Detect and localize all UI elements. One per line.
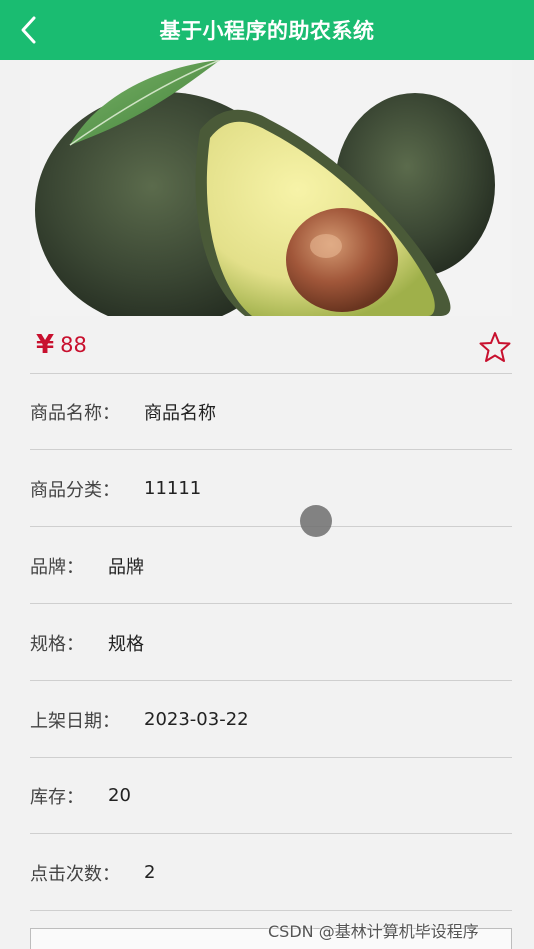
detail-row-clicks: 点击次数： 2 bbox=[30, 835, 512, 911]
detail-value: 11111 bbox=[144, 478, 202, 499]
detail-row-category: 商品分类： 11111 bbox=[30, 451, 512, 527]
detail-value: 规格 bbox=[108, 633, 144, 655]
back-button[interactable] bbox=[14, 12, 44, 48]
detail-row-stock: 库存： 20 bbox=[30, 758, 512, 834]
product-detail-page: 基于小程序的助农系统 ¥ 88 商品名称： 商品名称 商品分类： 11111 品… bbox=[0, 0, 534, 949]
detail-row-date: 上架日期： 2023-03-22 bbox=[30, 682, 512, 758]
favorite-button[interactable] bbox=[478, 330, 512, 364]
detail-label: 点击次数： bbox=[30, 863, 120, 885]
product-image bbox=[30, 60, 512, 316]
touch-indicator bbox=[300, 505, 332, 537]
detail-value: 商品名称 bbox=[144, 402, 216, 424]
detail-label: 规格： bbox=[30, 633, 84, 655]
detail-value: 2023-03-22 bbox=[144, 709, 249, 730]
page-title: 基于小程序的助农系统 bbox=[159, 19, 375, 43]
detail-value: 20 bbox=[108, 785, 131, 806]
chevron-left-icon bbox=[21, 16, 36, 44]
avocado-image bbox=[30, 60, 512, 316]
detail-value: 品牌 bbox=[108, 556, 144, 578]
price-row: ¥ 88 bbox=[30, 316, 512, 374]
detail-row-spec: 规格： 规格 bbox=[30, 605, 512, 681]
detail-label: 商品名称： bbox=[30, 402, 120, 424]
star-outline-icon bbox=[479, 332, 511, 362]
detail-label: 上架日期： bbox=[30, 710, 120, 732]
detail-label: 商品分类： bbox=[30, 479, 120, 501]
price-amount: 88 bbox=[60, 332, 87, 357]
watermark: CSDN @基林计算机毕设程序 bbox=[268, 922, 479, 941]
currency-symbol: ¥ bbox=[36, 329, 55, 360]
navigation-bar: 基于小程序的助农系统 bbox=[0, 0, 534, 60]
detail-row-name: 商品名称： 商品名称 bbox=[30, 374, 512, 450]
detail-label: 库存： bbox=[30, 786, 84, 808]
detail-row-brand: 品牌： 品牌 bbox=[30, 528, 512, 604]
detail-value: 2 bbox=[144, 862, 156, 883]
detail-label: 品牌： bbox=[30, 556, 84, 578]
